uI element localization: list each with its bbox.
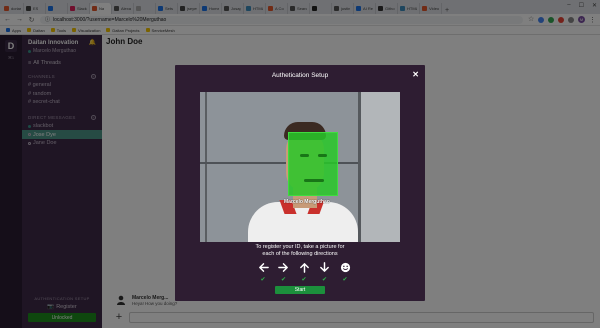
check-icon: ✔ (342, 277, 348, 283)
check-icon: ✔ (260, 277, 266, 283)
modal-title: Authetication Setup (271, 72, 329, 79)
person-torso (248, 202, 358, 242)
background-window (358, 92, 400, 242)
check-icon: ✔ (280, 277, 287, 283)
check-icon: ✔ (321, 277, 328, 283)
direction-icons (257, 261, 351, 273)
arrow-up-icon (298, 261, 310, 273)
arrow-down-icon (319, 261, 331, 273)
face-detection-box (288, 132, 338, 196)
background-door (205, 92, 207, 242)
arrow-right-icon (278, 261, 290, 273)
instruction-line: each of the following directions (262, 250, 338, 257)
eye-mark (318, 154, 327, 157)
instructions: To register your ID, take a picture for … (175, 244, 425, 257)
camera-preview: Marcelo Merguthao (200, 92, 400, 242)
mouth-mark (304, 179, 324, 182)
smile-icon (339, 261, 351, 273)
face-label: Marcelo Merguthao (284, 199, 330, 205)
authentication-setup-modal: Authetication Setup ✕ Marcelo Merguthao … (175, 65, 425, 301)
arrow-left-icon (257, 261, 269, 273)
eye-mark (300, 154, 309, 157)
direction-checks: ✔ ✔ ✔ ✔ ✔ (257, 276, 351, 283)
check-icon: ✔ (301, 277, 307, 283)
start-button[interactable]: Start (275, 286, 325, 294)
close-icon[interactable]: ✕ (412, 70, 419, 79)
